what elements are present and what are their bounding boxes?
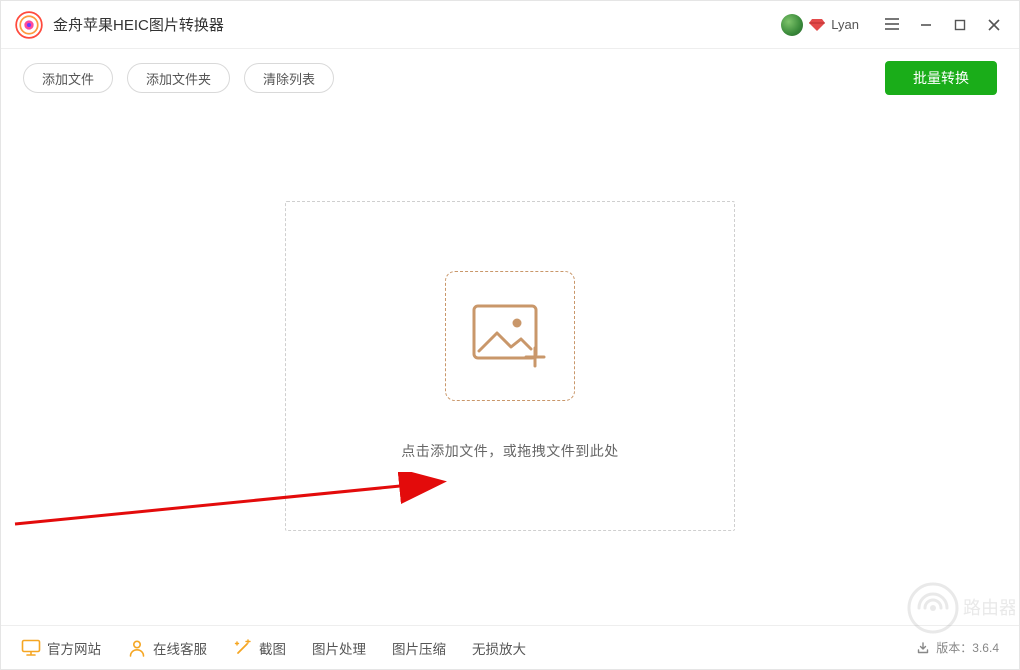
hamburger-icon: [884, 16, 900, 34]
app-logo-icon: [15, 11, 43, 39]
online-service-label: 在线客服: [153, 638, 207, 658]
workspace: 点击添加文件，或拖拽文件到此处: [1, 107, 1019, 625]
avatar: [781, 14, 803, 36]
maximize-icon: [953, 18, 967, 32]
vip-diamond-icon: [809, 18, 825, 32]
app-title: 金舟苹果HEIC图片转换器: [53, 14, 224, 35]
image-compress-label: 图片压缩: [392, 638, 446, 658]
close-button[interactable]: [979, 10, 1009, 40]
add-folder-button[interactable]: 添加文件夹: [127, 63, 230, 93]
magic-wand-icon: [233, 638, 253, 658]
monitor-icon: [21, 639, 41, 657]
online-service-link[interactable]: 在线客服: [127, 638, 207, 658]
lossless-enlarge-link[interactable]: 无损放大: [472, 638, 526, 658]
official-site-label: 官方网站: [47, 638, 101, 658]
official-site-link[interactable]: 官方网站: [21, 638, 101, 658]
window-controls: [877, 10, 1009, 40]
download-icon: [916, 641, 930, 655]
version-value: 3.6.4: [972, 641, 999, 655]
dropzone-icon-frame: [445, 271, 575, 401]
screenshot-label: 截图: [259, 638, 286, 658]
version-info: 版本：3.6.4: [916, 639, 999, 656]
batch-convert-button[interactable]: 批量转换: [885, 61, 997, 95]
minimize-icon: [919, 18, 933, 32]
screenshot-link[interactable]: 截图: [233, 638, 286, 658]
user-area[interactable]: Lyan: [781, 14, 859, 36]
bottom-bar: 官方网站 在线客服 截图 图片处理 图片压缩 无损放大: [1, 625, 1019, 669]
image-compress-link[interactable]: 图片压缩: [392, 638, 446, 658]
image-process-link[interactable]: 图片处理: [312, 638, 366, 658]
clear-list-button[interactable]: 清除列表: [244, 63, 334, 93]
headset-icon: [127, 638, 147, 658]
close-icon: [987, 18, 1001, 32]
version-label: 版本：: [936, 641, 972, 655]
dropzone-hint: 点击添加文件，或拖拽文件到此处: [401, 441, 619, 461]
add-image-icon: [471, 303, 549, 369]
username: Lyan: [831, 17, 859, 32]
title-bar: 金舟苹果HEIC图片转换器 Lyan: [1, 1, 1019, 49]
minimize-button[interactable]: [911, 10, 941, 40]
add-file-button[interactable]: 添加文件: [23, 63, 113, 93]
maximize-button[interactable]: [945, 10, 975, 40]
image-process-label: 图片处理: [312, 638, 366, 658]
dropzone[interactable]: 点击添加文件，或拖拽文件到此处: [285, 201, 735, 531]
toolbar: 添加文件 添加文件夹 清除列表 批量转换: [1, 49, 1019, 107]
lossless-enlarge-label: 无损放大: [472, 638, 526, 658]
menu-button[interactable]: [877, 10, 907, 40]
